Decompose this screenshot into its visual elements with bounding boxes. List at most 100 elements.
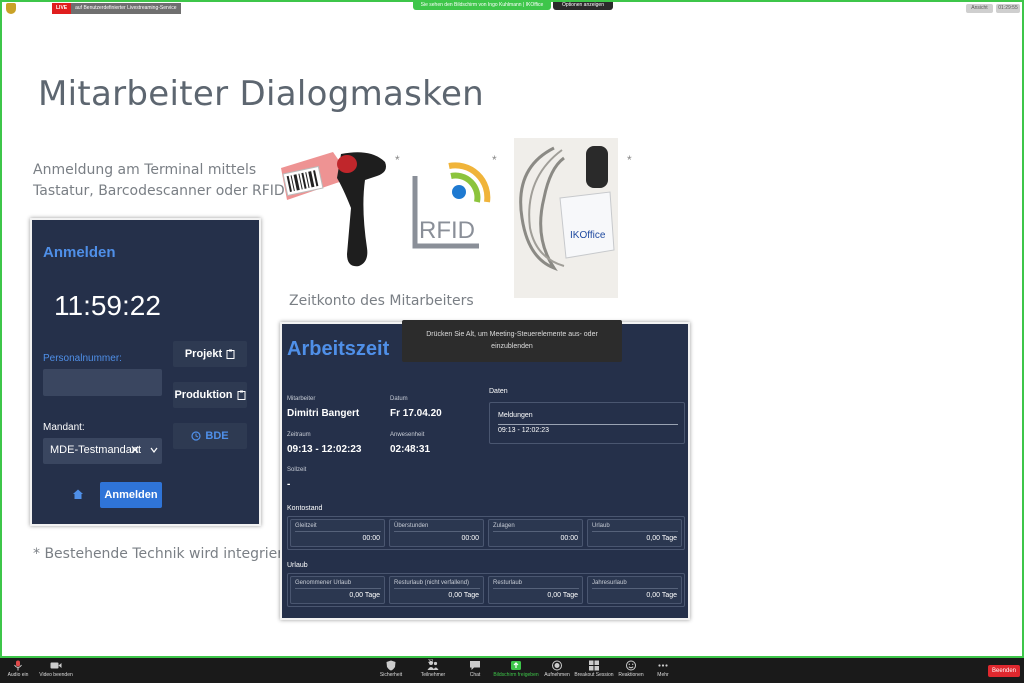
- cell-divider: [394, 531, 480, 532]
- cell-value: 00:00: [461, 535, 479, 542]
- urlaub-cell: Resturlaub (nicht verfallend) 0,00 Tage: [389, 576, 484, 604]
- zeitraum-value: 09:13 - 12:02:23: [287, 444, 362, 455]
- top-meeting-bar: LIVE auf Benutzerdefinierter Livestreami…: [0, 0, 1024, 16]
- kontostand-cell: Urlaub 0,00 Tage: [587, 519, 682, 547]
- security-shield-icon[interactable]: [6, 3, 16, 14]
- breakout-rooms-icon: [589, 660, 599, 671]
- meeting-timer: 01:29:55: [996, 4, 1020, 13]
- urlaub-cell: Jahresurlaub 0,00 Tage: [587, 576, 682, 604]
- microphone-icon: [14, 660, 22, 671]
- bde-button[interactable]: BDE: [173, 423, 247, 449]
- produktion-label: Produktion: [174, 389, 233, 401]
- more-label: Mehr: [657, 672, 669, 678]
- stream-service-dropdown[interactable]: auf Benutzerdefinierter Livestreaming-Se…: [71, 3, 181, 14]
- clock-icon: [191, 431, 201, 441]
- record-icon: [552, 660, 562, 671]
- chevron-down-icon[interactable]: [150, 446, 158, 454]
- meeting-controls-tooltip: Drücken Sie Alt, um Meeting-Steuerelemen…: [402, 320, 622, 362]
- meldungen-box: Meldungen 09:13 - 12:02:23: [489, 402, 685, 444]
- login-dialog: Anmelden 11:59:22 Personalnummer: Mandan…: [30, 218, 261, 526]
- arbeitszeit-heading: Arbeitszeit: [287, 338, 390, 360]
- cell-divider: [493, 531, 579, 532]
- home-icon[interactable]: [72, 488, 84, 500]
- view-options-button[interactable]: Optionen anzeigen: [553, 0, 613, 10]
- video-camera-icon: [50, 662, 62, 669]
- bde-label: BDE: [205, 430, 229, 442]
- reader-brand-text: IKOffice: [570, 230, 606, 241]
- barcode-scanner-image: [281, 152, 386, 267]
- more-button[interactable]: Mehr: [635, 660, 691, 682]
- cell-divider: [592, 588, 678, 589]
- zoom-window: LIVE auf Benutzerdefinierter Livestreami…: [0, 0, 1024, 683]
- mitarbeiter-label: Mitarbeiter: [287, 396, 316, 402]
- login-clock: 11:59:22: [54, 290, 161, 321]
- cell-value: 0,00 Tage: [448, 592, 479, 599]
- cell-divider: [493, 588, 579, 589]
- produktion-button[interactable]: Produktion: [173, 382, 247, 408]
- scanner-asterisk: *: [395, 153, 400, 167]
- mandant-value: MDE-Testmandant: [50, 444, 142, 456]
- kontostand-label: Kontostand: [287, 505, 323, 512]
- rfid-reader-image: IKOffice: [514, 138, 618, 298]
- intro-line-2: Tastatur, Barcodescanner oder RFID *: [33, 183, 297, 199]
- cell-divider: [394, 588, 480, 589]
- anwesenheit-value: 02:48:31: [390, 444, 431, 455]
- login-heading: Anmelden: [43, 244, 116, 261]
- slide-intro: Anmeldung am Terminal mittels Tastatur, …: [33, 160, 296, 202]
- daten-label: Daten: [489, 388, 508, 395]
- mandant-select[interactable]: MDE-Testmandant ✕: [43, 438, 162, 464]
- datum-value: Fr 17.04.20: [390, 408, 442, 419]
- video-button[interactable]: Video beenden: [28, 660, 84, 682]
- live-badge: LIVE: [52, 3, 72, 14]
- cell-divider: [295, 588, 381, 589]
- sollzeit-value: -: [287, 479, 291, 490]
- kontostand-cell: Gleitzeit 00:00: [290, 519, 385, 547]
- personalnummer-input[interactable]: [43, 369, 162, 396]
- anmelden-button[interactable]: Anmelden: [100, 482, 162, 508]
- participant-count: 31: [428, 659, 434, 665]
- cell-label: Gleitzeit: [295, 523, 317, 529]
- cell-value: 00:00: [362, 535, 380, 542]
- slide-title: Mitarbeiter Dialogmasken: [38, 74, 485, 114]
- meldungen-value: 09:13 - 12:02:23: [498, 427, 549, 434]
- cell-label: Zulagen: [493, 523, 515, 529]
- screen-share-notice: Sie sehen den Bildschirm von Ingo Kuhlma…: [413, 0, 551, 10]
- cell-divider: [592, 531, 678, 532]
- cell-label: Überstunden: [394, 523, 429, 529]
- urlaub-cell: Resturlaub 0,00 Tage: [488, 576, 583, 604]
- sollzeit-label: Sollzeit: [287, 467, 307, 473]
- rfid-asterisk: *: [492, 153, 497, 167]
- end-meeting-button[interactable]: Beenden: [988, 665, 1020, 677]
- anwesenheit-label: Anwesenheit: [390, 432, 425, 438]
- datum-label: Datum: [390, 396, 408, 402]
- view-button[interactable]: Ansicht: [966, 4, 993, 13]
- kontostand-row: Gleitzeit 00:00 Überstunden 00:00 Zulagen 0…: [287, 516, 685, 550]
- cell-label: Urlaub: [592, 523, 610, 529]
- reader-asterisk: *: [627, 153, 632, 167]
- meldungen-label: Meldungen: [498, 412, 533, 419]
- zeitkonto-caption: Zeitkonto des Mitarbeiters: [289, 293, 474, 309]
- cell-value: 00:00: [560, 535, 578, 542]
- projekt-label: Projekt: [184, 348, 223, 360]
- projekt-button[interactable]: Projekt: [173, 341, 247, 367]
- cell-label: Resturlaub (nicht verfallend): [394, 580, 470, 586]
- chat-icon: [470, 661, 480, 670]
- cell-value: 0,00 Tage: [547, 592, 578, 599]
- urlaub-row: Genommener Urlaub 0,00 Tage Resturlaub (n…: [287, 573, 685, 607]
- cell-label: Genommener Urlaub: [295, 580, 352, 586]
- more-dots-icon: [658, 664, 668, 667]
- live-stream-indicator[interactable]: LIVE auf Benutzerdefinierter Livestreami…: [52, 3, 181, 14]
- kontostand-cell: Überstunden 00:00: [389, 519, 484, 547]
- cell-label: Resturlaub: [493, 580, 523, 586]
- video-label: Video beenden: [39, 672, 73, 678]
- meldungen-divider: [498, 424, 678, 425]
- clipboard-icon: [237, 390, 246, 400]
- cell-value: 0,00 Tage: [646, 592, 677, 599]
- shield-icon: [386, 660, 396, 671]
- personalnummer-label: Personalnummer:: [43, 353, 122, 364]
- clear-icon[interactable]: ✕: [130, 443, 140, 457]
- meeting-toolbar: Audio ein Video beenden Sicherheit Teiln…: [0, 658, 1024, 683]
- kontostand-cell: Zulagen 00:00: [488, 519, 583, 547]
- cell-divider: [295, 531, 381, 532]
- security-label: Sicherheit: [379, 672, 403, 678]
